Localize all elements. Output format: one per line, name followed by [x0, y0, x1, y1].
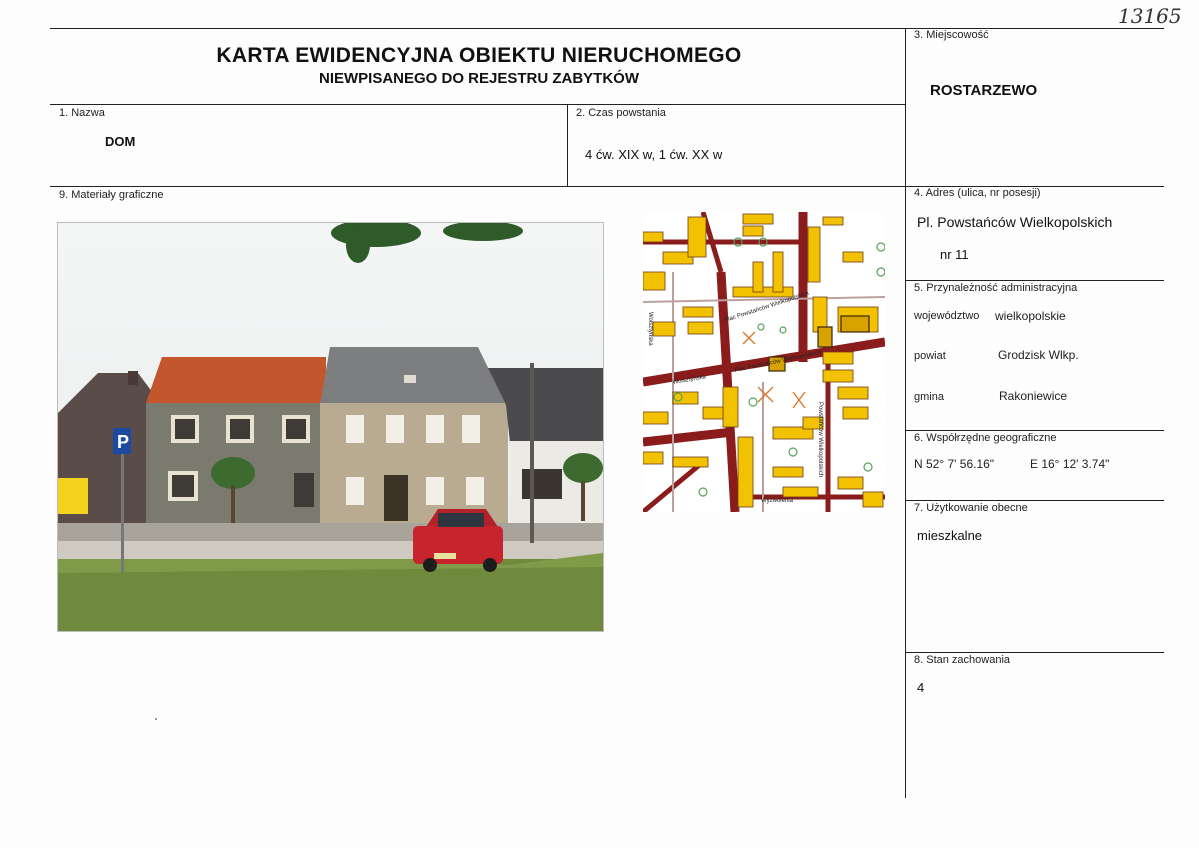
gmina-label: gmina — [914, 391, 944, 403]
scan-speck — [155, 718, 157, 720]
right-divider-3 — [905, 500, 1164, 501]
gmina-value: Rakoniewice — [999, 389, 1068, 403]
location-map: Plac Powstańców Wielkopolskich Plac Pows… — [643, 212, 885, 512]
map-street-label: Powstańców Wielkopolskich — [817, 402, 823, 477]
przynaleznosc-label: 5. Przynależność administracyjna — [914, 282, 1078, 294]
miejscowosc-value: ROSTARZEWO — [930, 82, 1038, 99]
right-divider-4 — [905, 652, 1164, 653]
powiat-value: Grodzisk Wlkp. — [998, 348, 1079, 362]
name-date-divider — [567, 104, 568, 186]
adres-label: 4. Adres (ulica, nr posesji) — [914, 187, 1041, 199]
wspolrzedne-label: 6. Współrzędne geograficzne — [914, 432, 1057, 444]
map-street-label: Wyzwolenia — [761, 498, 794, 504]
page-title: KARTA EWIDENCYJNA OBIEKTU NIERUCHOMEGO — [216, 44, 742, 67]
parking-sign-label: P — [117, 432, 129, 452]
right-column-divider — [905, 28, 906, 798]
document-number: 13165 — [1118, 4, 1182, 28]
building-photo: P — [57, 222, 604, 632]
uzytkowanie-value: mieszkalne — [917, 528, 983, 543]
row-divider-1 — [50, 104, 905, 105]
coord-e: E 16° 12' 3.74" — [1030, 457, 1110, 471]
top-border — [50, 28, 1164, 29]
right-divider-1 — [905, 280, 1164, 281]
right-divider-2 — [905, 430, 1164, 431]
uzytkowanie-label: 7. Użytkowanie obecne — [914, 502, 1028, 514]
czas-powstania-label: 2. Czas powstania — [576, 107, 666, 119]
wojewodztwo-label: województwo — [914, 310, 980, 322]
map-street-label: Wolsztyńska — [647, 312, 653, 346]
materialy-label: 9. Materiały graficzne — [59, 189, 164, 201]
nazwa-value: DOM — [105, 134, 136, 149]
adres-street: Pl. Powstańców Wielkopolskich — [917, 214, 1113, 230]
stan-label: 8. Stan zachowania — [914, 654, 1011, 666]
wojewodztwo-value: wielkopolskie — [995, 309, 1066, 323]
page-subtitle: NIEWPISANEGO DO REJESTRU ZABYTKÓW — [318, 70, 640, 87]
powiat-label: powiat — [914, 350, 946, 362]
adres-number: nr 11 — [940, 247, 969, 262]
miejscowosc-label: 3. Miejscowość — [914, 29, 989, 41]
coord-n: N 52° 7' 56.16" — [914, 457, 995, 471]
stan-value: 4 — [917, 680, 925, 695]
nazwa-label: 1. Nazwa — [59, 107, 105, 119]
czas-powstania-value: 4 ćw. XIX w, 1 ćw. XX w — [585, 147, 723, 162]
